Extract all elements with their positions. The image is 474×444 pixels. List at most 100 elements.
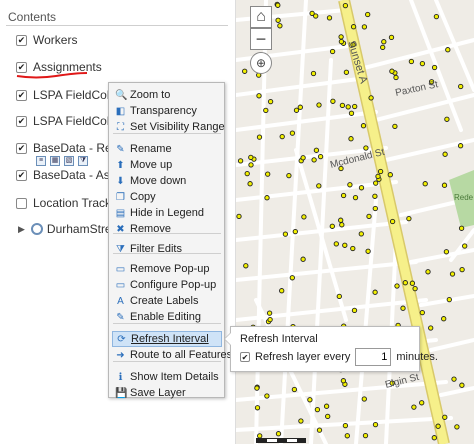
assignment-point xyxy=(301,214,307,220)
assignment-point xyxy=(298,418,304,424)
assignment-point xyxy=(291,386,298,393)
assignment-point xyxy=(442,151,448,157)
assignment-point xyxy=(462,243,468,249)
street-label-paxton: Paxton St xyxy=(394,79,439,99)
filter-icon[interactable]: ⧩ xyxy=(78,156,88,166)
assignment-point xyxy=(307,397,313,403)
menu-item-zoom-to[interactable]: 🔍 Zoom to xyxy=(112,87,222,103)
map-view[interactable]: Sunset A Paxton St Mcdonald St Elgin St … xyxy=(236,0,474,444)
style-icon[interactable]: ▧ xyxy=(64,156,74,166)
layer-checkbox[interactable]: ✔ xyxy=(16,34,27,46)
menu-item-label: Route to all Features xyxy=(130,349,233,361)
assignment-point xyxy=(347,182,353,188)
legend-icon[interactable]: ≡ xyxy=(36,156,46,166)
menu-item-hide-in-legend[interactable]: ▤ Hide in Legend xyxy=(112,205,222,221)
map-canvas[interactable]: Sunset A Paxton St Mcdonald St Elgin St … xyxy=(236,0,474,444)
menu-item-transparency[interactable]: ◧ Transparency xyxy=(112,103,222,119)
red-underline-annotation xyxy=(16,72,88,79)
layer-context-menu: 🔍 Zoom to ◧ Transparency ⛶ Set Visibility Ran… xyxy=(108,82,232,401)
assignment-point xyxy=(343,69,350,75)
menu-item-filter-edits[interactable]: ⧩ Filter Edits xyxy=(112,241,222,257)
labels-icon: A xyxy=(117,295,124,307)
locate-button[interactable]: ⊕ xyxy=(250,52,272,74)
menu-item-refresh-interval[interactable]: ⟳ Refresh Interval xyxy=(112,331,222,347)
assignment-point xyxy=(311,157,317,163)
assignment-point xyxy=(323,403,330,409)
layer-item-workers[interactable]: ✔ Workers xyxy=(16,32,77,48)
table-icon[interactable]: ▦ xyxy=(50,156,60,166)
assignment-point xyxy=(316,102,322,108)
assignment-point xyxy=(310,70,317,77)
assignment-point xyxy=(419,309,425,316)
assignment-point xyxy=(433,13,440,20)
assignment-point xyxy=(375,173,381,180)
menu-item-label: Set Visibility Range xyxy=(130,121,225,133)
assignment-point xyxy=(362,432,369,439)
assignment-point xyxy=(454,424,460,430)
menu-item-remove[interactable]: ✖ Remove xyxy=(112,221,222,237)
home-button[interactable]: ⌂ xyxy=(250,6,272,28)
street xyxy=(354,198,378,444)
assignment-point xyxy=(435,423,441,429)
menu-item-label: Hide in Legend xyxy=(130,207,205,219)
minutes-input[interactable] xyxy=(355,348,392,366)
menu-item-label: Enable Editing xyxy=(130,311,201,323)
assignment-point xyxy=(286,172,292,179)
menu-item-show-item-details[interactable]: ℹ Show Item Details xyxy=(112,369,222,385)
assignment-point xyxy=(431,435,437,441)
assignment-point xyxy=(317,153,324,160)
layer-checkbox[interactable]: ✔ xyxy=(16,169,27,181)
assignment-point xyxy=(458,83,464,90)
assignment-point xyxy=(342,422,349,429)
menu-item-move-up[interactable]: ⬆ Move up xyxy=(112,157,222,173)
zoom-out-button[interactable]: − xyxy=(250,28,272,50)
street xyxy=(236,110,378,132)
assignment-point xyxy=(267,316,273,323)
assignment-point xyxy=(254,385,260,391)
assignment-point xyxy=(388,34,395,41)
menu-item-rename[interactable]: ✎ Rename xyxy=(112,141,222,157)
layer-checkbox[interactable]: ✔ xyxy=(16,115,27,127)
popup-title: Refresh Interval xyxy=(240,333,318,345)
assignment-point xyxy=(329,48,336,55)
expand-caret-icon[interactable]: ▶ xyxy=(18,224,25,235)
layer-checkbox[interactable]: ✔ xyxy=(16,142,27,154)
assignment-point xyxy=(457,143,464,149)
assignment-point xyxy=(265,171,271,177)
assignment-point xyxy=(254,405,261,411)
assignment-point xyxy=(242,68,248,74)
menu-item-remove-pop-up[interactable]: ▭ Remove Pop-up xyxy=(112,261,222,277)
refresh-checkbox[interactable]: ✔ xyxy=(240,352,250,362)
assignment-point xyxy=(372,205,378,212)
assignment-point xyxy=(236,213,242,220)
remove-popup-icon: ▭ xyxy=(115,263,126,275)
details-icon: ℹ xyxy=(118,371,123,383)
assignment-point xyxy=(338,217,344,223)
assignment-point xyxy=(409,280,416,286)
assignment-point xyxy=(244,170,250,177)
assignment-point xyxy=(372,289,378,295)
copy-icon: ❐ xyxy=(116,191,125,203)
assignment-point xyxy=(444,116,450,122)
menu-item-create-labels[interactable]: A Create Labels xyxy=(112,293,222,309)
assignment-point xyxy=(363,145,369,151)
menu-item-label: Move up xyxy=(130,159,173,171)
assignment-point xyxy=(339,222,345,228)
menu-item-configure-pop-up[interactable]: ▭ Configure Pop-up xyxy=(112,277,222,293)
assignment-point xyxy=(419,400,425,406)
layer-tool-icons: ≡ ▦ ▧ ⧩ xyxy=(36,156,88,166)
layer-checkbox[interactable] xyxy=(16,197,27,209)
layer-checkbox[interactable]: ✔ xyxy=(16,89,27,101)
assignment-point xyxy=(431,64,438,71)
menu-item-move-down[interactable]: ⬇ Move down xyxy=(112,173,222,189)
menu-item-label: Remove Pop-up xyxy=(130,263,210,275)
assignment-point xyxy=(316,427,323,433)
assignment-point xyxy=(289,275,295,281)
assignment-point xyxy=(352,194,359,201)
assignment-point xyxy=(316,183,322,189)
menu-item-copy[interactable]: ❐ Copy xyxy=(112,189,222,205)
assignment-point xyxy=(381,39,387,45)
menu-item-save-layer[interactable]: 💾 Save Layer xyxy=(112,385,222,401)
refresh-row: ✔ Refresh layer every minutes. xyxy=(240,348,438,366)
assignment-point xyxy=(277,23,283,29)
